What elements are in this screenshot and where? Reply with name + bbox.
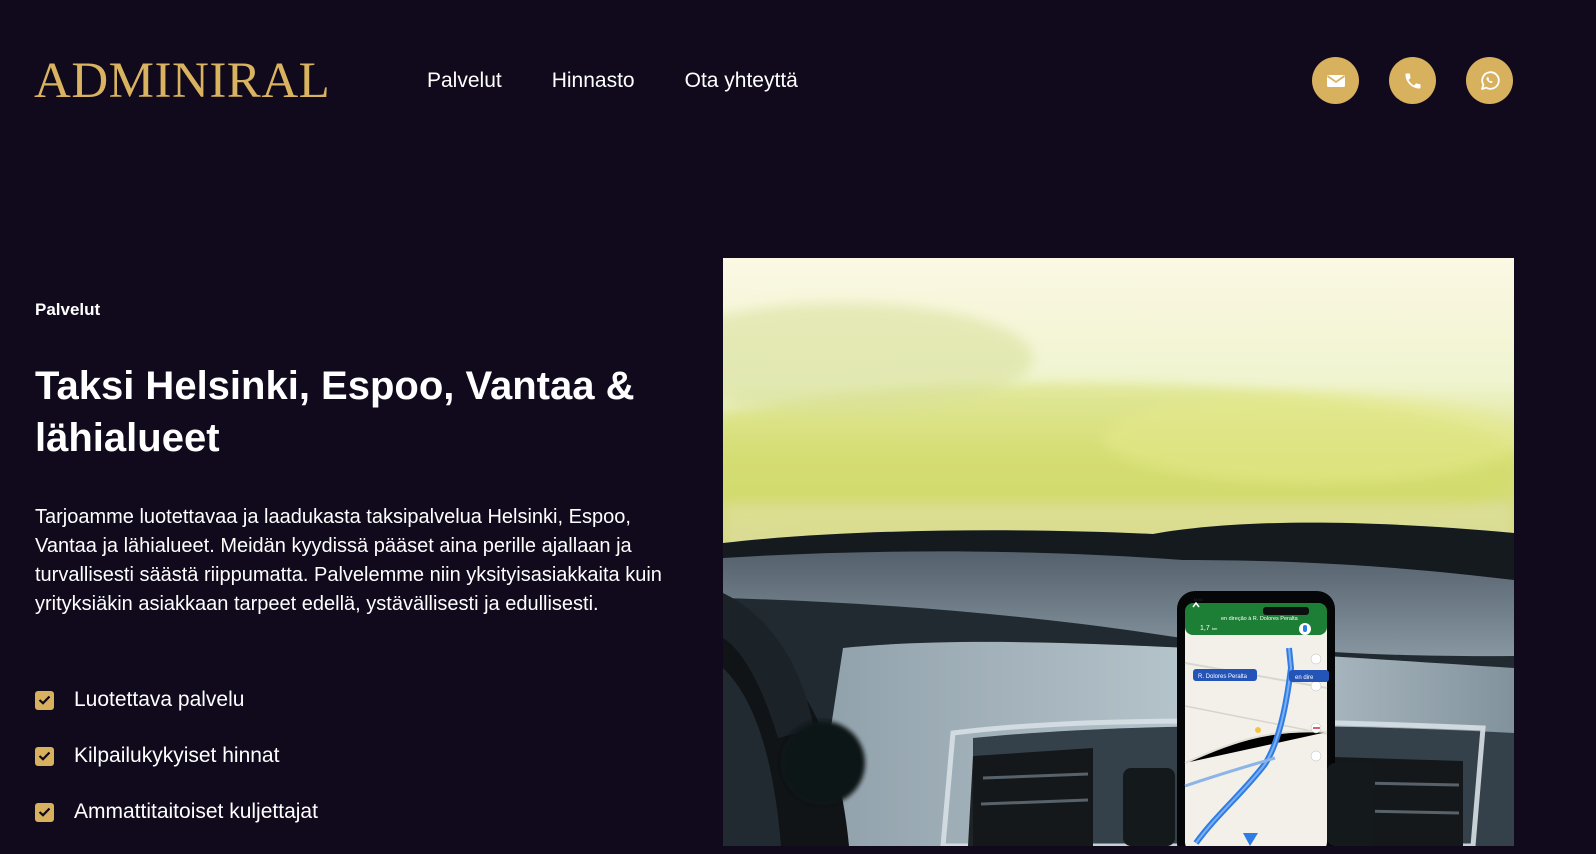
brand-logo[interactable]: ADMINIRAL [34, 52, 330, 110]
site-header: ADMINIRAL Palvelut Hinnasto Ota yhteyttä [0, 0, 1596, 160]
checkmark-icon [35, 746, 54, 766]
nav-item-hinnasto[interactable]: Hinnasto [552, 66, 635, 96]
phone-status-time: 14:51 [1193, 597, 1204, 602]
navigation-distance-unit: km [1212, 626, 1218, 631]
feature-item: Luotettava palvelu [35, 686, 318, 714]
main-navigation: Palvelut Hinnasto Ota yhteyttä [427, 66, 798, 96]
email-button[interactable] [1312, 57, 1359, 104]
car-dashboard-illustration: 1,7 km en direção à R. Dolores Peralta 1… [723, 258, 1514, 846]
checkmark-icon [35, 802, 54, 822]
feature-label: Luotettava palvelu [74, 688, 245, 711]
nav-item-ota-yhteytta[interactable]: Ota yhteyttä [685, 66, 798, 96]
feature-label: Kilpailukykyiset hinnat [74, 744, 280, 767]
phone-button[interactable] [1389, 57, 1436, 104]
navigation-distance: 1,7 [1200, 625, 1210, 632]
hero-car-navigation-photo: 1,7 km en direção à R. Dolores Peralta 1… [723, 258, 1514, 846]
whatsapp-button[interactable] [1466, 57, 1513, 104]
map-street-label-left: R. Dolores Peralta [1198, 674, 1248, 680]
feature-list: Luotettava palvelu Kilpailukykyiset hinn… [35, 686, 318, 854]
nav-item-palvelut[interactable]: Palvelut [427, 66, 502, 96]
feature-item: Kilpailukykyiset hinnat [35, 742, 318, 770]
feature-label: Ammattitaitoiset kuljettajat [74, 800, 318, 823]
navigation-instruction: en direção à R. Dolores Peralta [1221, 616, 1299, 622]
whatsapp-icon [1480, 70, 1500, 90]
contact-actions [1312, 57, 1513, 104]
feature-item: Ammattitaitoiset kuljettajat [35, 798, 318, 826]
services-title: Taksi Helsinki, Espoo, Vantaa & lähialue… [35, 364, 635, 460]
email-icon [1326, 74, 1345, 87]
map-street-label-right: en dire [1295, 675, 1314, 681]
checkmark-icon [35, 690, 54, 710]
phone-icon [1405, 73, 1420, 88]
services-description: Tarjoamme luotettavaa ja laadukasta taks… [35, 506, 662, 615]
section-eyebrow: Palvelut [35, 300, 101, 319]
